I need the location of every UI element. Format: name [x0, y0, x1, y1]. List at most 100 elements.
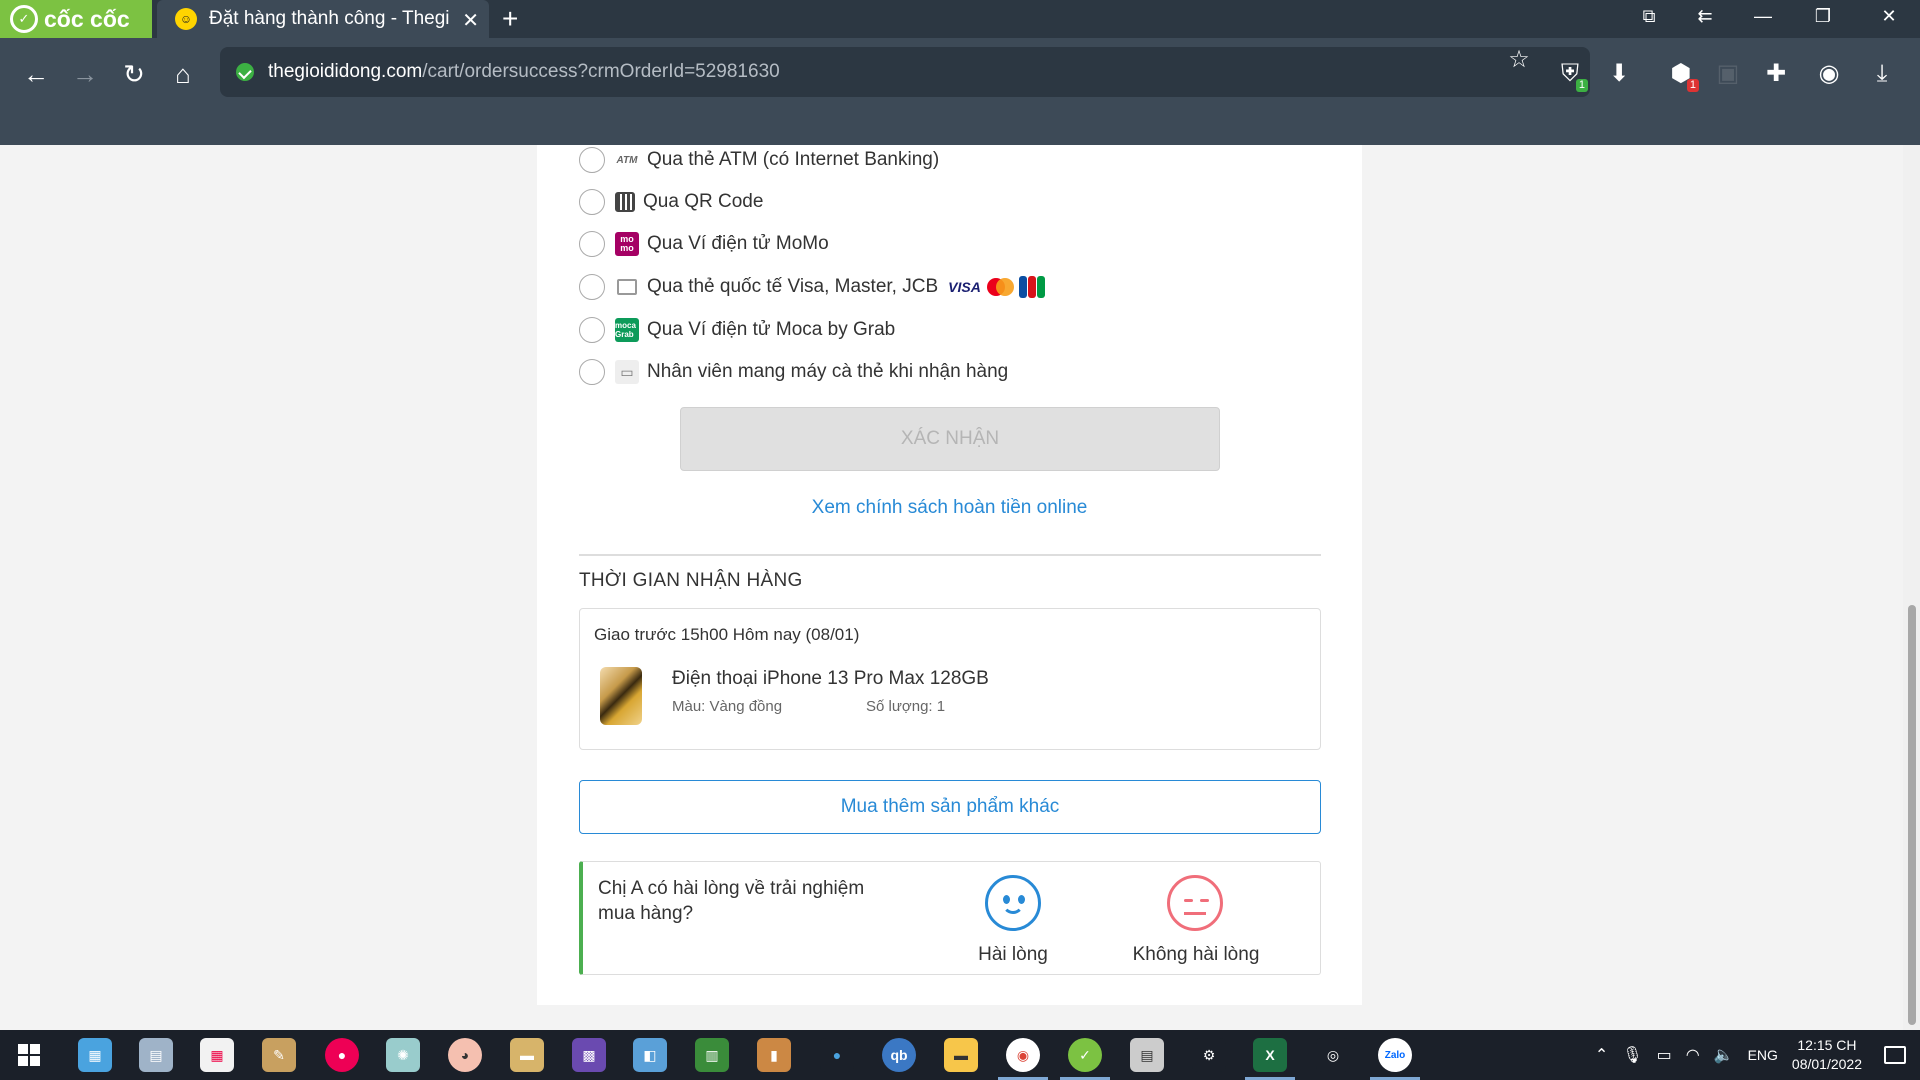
card-brand-logos: VISA [948, 276, 1045, 298]
product-image [600, 667, 642, 725]
reading-mode-icon[interactable]: ⧉ [1634, 6, 1664, 27]
payment-option-label: Nhân viên mang máy cà thẻ khi nhận hàng [647, 361, 1009, 382]
printer-icon[interactable]: ▤ [1130, 1038, 1164, 1072]
close-window-icon[interactable]: ✕ [1874, 6, 1904, 27]
unhappy-face-icon[interactable] [1167, 875, 1223, 931]
qbittorrent-icon[interactable]: qb [882, 1038, 916, 1072]
windows-taskbar: ▦ ▤ ▦ ✎ ● ✺ ◕ ▬ ▩ ◧ ▥ ▮ ● qb ▬ ◉ ✓ ▤ ⚙ X… [0, 1030, 1920, 1080]
chevron-up-icon[interactable]: ⌃ [1595, 1045, 1608, 1065]
notification-center-icon[interactable] [1884, 1046, 1906, 1064]
restore-icon[interactable]: ❐ [1808, 6, 1838, 27]
radio-button[interactable] [579, 147, 605, 173]
payment-option-atm[interactable]: ATM Qua thẻ ATM (có Internet Banking) [579, 145, 939, 175]
control-panel-icon[interactable]: ▦ [78, 1038, 112, 1072]
tab-order-success[interactable]: ☺ Đặt hàng thành công - Thegi ✕ [157, 0, 489, 38]
thegioididong-favicon: ☺ [175, 8, 197, 30]
excel-icon[interactable]: X [1245, 1038, 1295, 1080]
moca-grab-icon: moca Grab [615, 318, 639, 342]
radio-button[interactable] [579, 274, 605, 300]
forward-icon[interactable]: → [67, 56, 103, 92]
windows-logo-icon [18, 1044, 40, 1066]
address-bar[interactable]: thegioididong.com/cart/ordersuccess?crmO… [220, 47, 1590, 97]
piggy-icon[interactable]: ◕ [448, 1038, 482, 1072]
new-tab-button[interactable]: + [502, 4, 518, 34]
clock[interactable]: 12:15 CH 08/01/2022 [1792, 1036, 1862, 1074]
url-path: /cart/ordersuccess?crmOrderId=52981630 [422, 61, 780, 82]
battery-icon[interactable]: ▭ [1657, 1045, 1672, 1065]
coccoc-logo-icon: ✓ [10, 5, 38, 33]
zalo-icon[interactable]: Zalo [1370, 1038, 1420, 1080]
water-drop-icon[interactable]: ● [820, 1038, 854, 1072]
disabled-extension-icon[interactable]: ▣ [1710, 56, 1746, 92]
network-app-icon[interactable]: ✺ [386, 1038, 420, 1072]
buy-more-button[interactable]: Mua thêm sản phẩm khác [579, 780, 1321, 834]
color-drop-icon[interactable]: ● [325, 1038, 359, 1072]
archive-icon[interactable]: ▬ [510, 1038, 544, 1072]
extensions-puzzle-icon[interactable]: ✚ [1758, 56, 1794, 92]
radio-button[interactable] [579, 317, 605, 343]
shield-badge: 1 [1575, 79, 1588, 92]
paint-icon[interactable]: ✎ [262, 1038, 296, 1072]
radio-button[interactable] [579, 189, 605, 215]
ublock-icon[interactable]: ⬢ 1 [1663, 56, 1699, 92]
obs-icon[interactable]: ◎ [1316, 1038, 1350, 1072]
payment-option-qr[interactable]: Qua QR Code [579, 187, 763, 217]
home-icon[interactable]: ⌂ [165, 56, 201, 92]
satisfied-label[interactable]: Hài lòng [963, 944, 1063, 966]
download-extension-icon[interactable]: ⬇ [1601, 56, 1637, 92]
ublock-badge: 1 [1686, 79, 1699, 92]
reload-icon[interactable]: ↻ [116, 56, 152, 92]
page-viewport: ATM Qua thẻ ATM (có Internet Banking) Qu… [0, 145, 1903, 1030]
coccoc-taskbar-icon[interactable]: ✓ [1060, 1038, 1110, 1080]
shield-extension-icon[interactable]: ⛨ 1 [1552, 56, 1588, 92]
volume-icon[interactable]: 🔈 [1714, 1045, 1734, 1065]
file-explorer-icon[interactable]: ▬ [944, 1038, 978, 1072]
delivery-section-title: THỜI GIAN NHẬN HÀNG [579, 570, 803, 591]
notebook-icon[interactable]: ◧ [633, 1038, 667, 1072]
calculator-icon[interactable]: ▤ [139, 1038, 173, 1072]
payment-option-cod-card[interactable]: ▭ Nhân viên mang máy cà thẻ khi nhận hàn… [579, 357, 1008, 387]
payment-option-intl-card[interactable]: Qua thẻ quốc tế Visa, Master, JCB VISA [579, 272, 1045, 302]
books-icon[interactable]: ▮ [757, 1038, 791, 1072]
url-domain: thegioididong.com [268, 61, 423, 82]
wifi-icon[interactable]: ◠ [1686, 1045, 1700, 1065]
rubik-app-icon[interactable]: ▩ [572, 1038, 606, 1072]
payment-option-moca[interactable]: moca Grab Qua Ví điện tử Moca by Grab [579, 315, 895, 345]
radio-button[interactable] [579, 359, 605, 385]
profile-avatar-icon[interactable]: ◉ [1811, 56, 1847, 92]
bookmark-star-icon[interactable]: ☆ [1501, 42, 1537, 78]
minimize-icon[interactable]: — [1748, 6, 1778, 27]
refund-policy-link[interactable]: Xem chính sách hoàn tiền online [537, 497, 1362, 519]
page-scrollbar[interactable] [1903, 145, 1920, 1030]
payment-option-label: Qua QR Code [643, 191, 764, 212]
product-color: Màu: Vàng đồng [672, 698, 783, 715]
clock-time: 12:15 CH [1797, 1037, 1857, 1053]
tab-bar: ✓ cốc cốc ☺ Đặt hàng thành công - Thegi … [0, 0, 1920, 38]
qr-code-icon [615, 192, 635, 212]
store-icon[interactable]: ▦ [200, 1038, 234, 1072]
chrome-icon[interactable]: ◉ [998, 1038, 1048, 1080]
coccoc-brand-text: cốc cốc [44, 5, 130, 32]
payment-option-momo[interactable]: mo mo Qua Ví điện tử MoMo [579, 229, 829, 259]
radio-button[interactable] [579, 231, 605, 257]
system-tray: ⌃ 🎙 ▭ ◠ 🔈 ENG 12:15 CH 08/01/2022 [1595, 1030, 1920, 1080]
happy-face-icon[interactable] [985, 875, 1041, 931]
tab-close-icon[interactable]: ✕ [462, 8, 479, 33]
scroll-thumb[interactable] [1908, 605, 1916, 1025]
downloads-icon[interactable]: ⤓ [1864, 56, 1900, 92]
start-button[interactable] [0, 1030, 58, 1080]
browser-chrome: ✓ cốc cốc ☺ Đặt hàng thành công - Thegi … [0, 0, 1920, 145]
language-indicator[interactable]: ENG [1748, 1047, 1778, 1063]
back-icon[interactable]: ← [18, 56, 54, 92]
microphone-icon[interactable]: 🎙 [1622, 1045, 1642, 1065]
mastercard-logo [986, 278, 1014, 296]
chart-app-icon[interactable]: ▥ [695, 1038, 729, 1072]
secure-lock-icon [236, 63, 254, 81]
confirm-button[interactable]: XÁC NHẬN [680, 407, 1220, 471]
delivery-time: Giao trước 15h00 Hôm nay (08/01) [594, 625, 860, 644]
unsatisfied-label[interactable]: Không hài lòng [1131, 944, 1261, 966]
section-divider [579, 554, 1321, 556]
settings-gear-icon[interactable]: ⚙ [1192, 1038, 1226, 1072]
coccoc-logo[interactable]: ✓ cốc cốc [0, 0, 152, 38]
tab-search-icon[interactable]: ⇇ [1690, 6, 1720, 27]
